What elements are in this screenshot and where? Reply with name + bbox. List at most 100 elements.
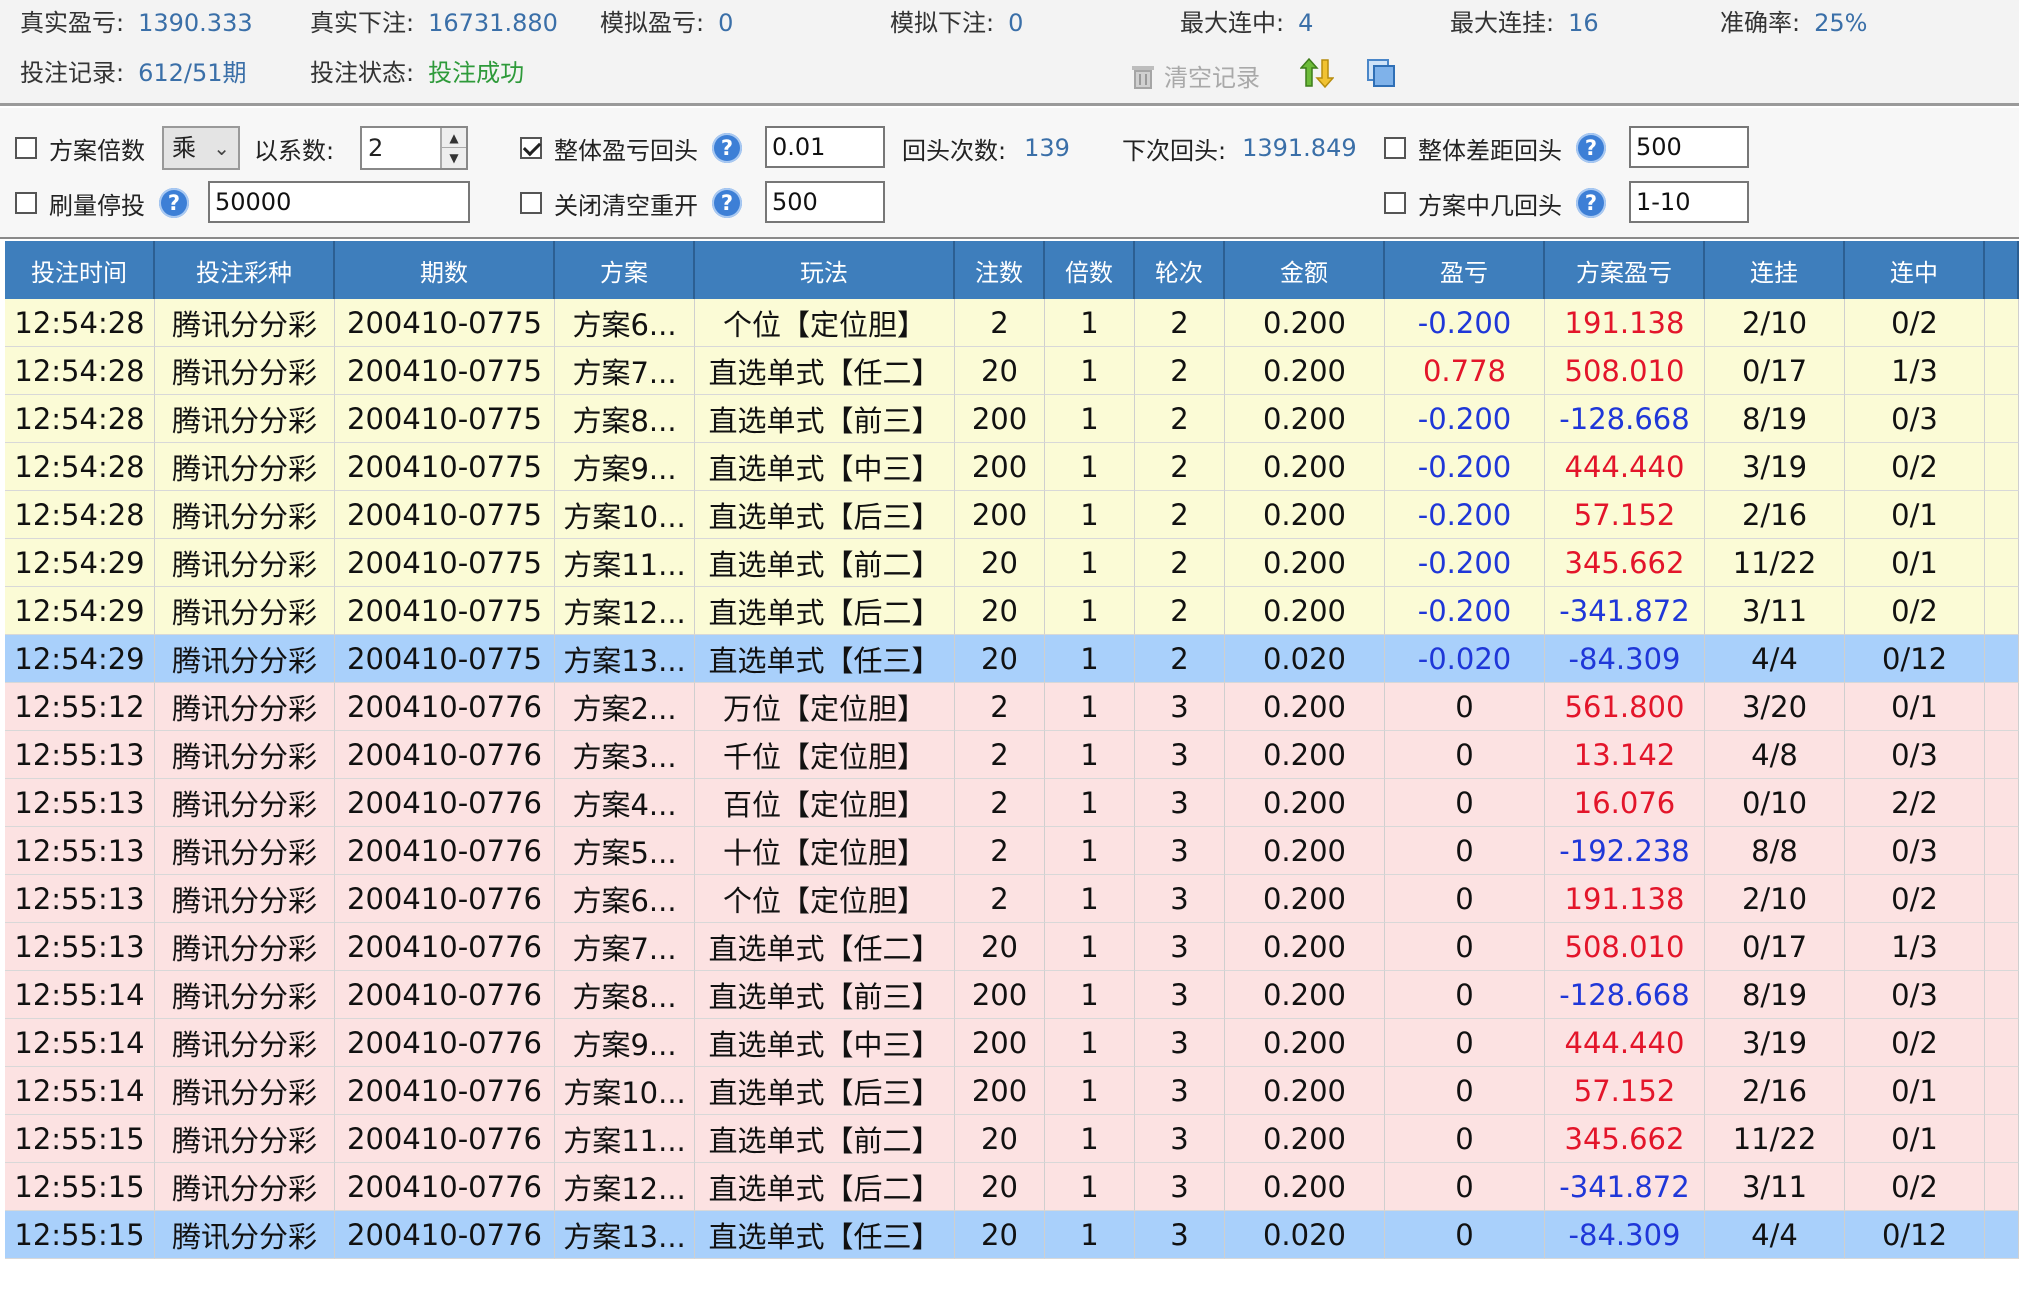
overall-return-checkbox[interactable]: 整体盈亏回头 ?: [520, 126, 742, 170]
help-icon[interactable]: ?: [1576, 133, 1606, 163]
cell-win-streak: 0/12: [1845, 1211, 1985, 1259]
stepper-up-icon[interactable]: ▲: [442, 128, 466, 148]
col-lottery[interactable]: 投注彩种: [155, 241, 335, 299]
sim-profit-value: 0: [718, 9, 734, 37]
table-row[interactable]: 12:55:14 腾讯分分彩 200410-0776 方案9... 直选单式【中三】 20…: [5, 1019, 2019, 1067]
stop-input[interactable]: 50000: [208, 181, 470, 223]
stop-checkbox[interactable]: 刷量停投 ?: [15, 181, 189, 225]
gap-return-checkbox-box[interactable]: [1384, 137, 1406, 159]
cell-amount: 0.200: [1225, 923, 1385, 971]
hit-return-input[interactable]: 1-10: [1629, 181, 1749, 223]
cell-plan-profit: -84.309: [1545, 1211, 1705, 1259]
cell-loss-streak: 2/10: [1705, 875, 1845, 923]
cell-round: 2: [1135, 635, 1225, 683]
operator-select[interactable]: 乘 ⌄: [162, 126, 240, 170]
col-amount[interactable]: 金额: [1225, 241, 1385, 299]
multiplier-checkbox[interactable]: 方案倍数: [15, 126, 145, 170]
table-row[interactable]: 12:54:28 腾讯分分彩 200410-0775 方案9... 直选单式【中三】 20…: [5, 443, 2019, 491]
help-icon[interactable]: ?: [1576, 188, 1606, 218]
cell-win-streak: 0/1: [1845, 683, 1985, 731]
table-row[interactable]: 12:55:13 腾讯分分彩 200410-0776 方案6... 个位【定位胆】 2 1 3…: [5, 875, 2019, 923]
record-value: 612/51期: [138, 59, 247, 87]
cell-bet-time: 12:55:12: [5, 683, 155, 731]
max-loss-streak-stat: 最大连挂: 16: [1450, 8, 1599, 38]
table-row[interactable]: 12:54:28 腾讯分分彩 200410-0775 方案8... 直选单式【前三】 20…: [5, 395, 2019, 443]
stop-checkbox-box[interactable]: [15, 192, 37, 214]
table-row[interactable]: 12:54:29 腾讯分分彩 200410-0775 方案11... 直选单式【前二】 2…: [5, 539, 2019, 587]
cell-round: 3: [1135, 1115, 1225, 1163]
col-round[interactable]: 轮次: [1135, 241, 1225, 299]
cell-lottery: 腾讯分分彩: [155, 1163, 335, 1211]
table-row[interactable]: 12:55:13 腾讯分分彩 200410-0776 方案4... 百位【定位胆】 2 1 3…: [5, 779, 2019, 827]
window-button[interactable]: [1366, 58, 1396, 88]
col-play[interactable]: 玩法: [695, 241, 955, 299]
cell-count: 2: [955, 875, 1045, 923]
multiplier-checkbox-box[interactable]: [15, 137, 37, 159]
table-row[interactable]: 12:55:13 腾讯分分彩 200410-0776 方案3... 千位【定位胆】 2 1 3…: [5, 731, 2019, 779]
col-period[interactable]: 期数: [335, 241, 555, 299]
col-win-streak[interactable]: 连中: [1845, 241, 1985, 299]
table-row[interactable]: 12:55:13 腾讯分分彩 200410-0776 方案5... 十位【定位胆】 2 1 3…: [5, 827, 2019, 875]
stepper-down-icon[interactable]: ▼: [442, 148, 466, 168]
cell-lottery: 腾讯分分彩: [155, 1019, 335, 1067]
table-row[interactable]: 12:55:14 腾讯分分彩 200410-0776 方案10... 直选单式【后三】 2…: [5, 1067, 2019, 1115]
table-row[interactable]: 12:54:28 腾讯分分彩 200410-0775 方案7... 直选单式【任二】 20…: [5, 347, 2019, 395]
help-icon[interactable]: ?: [712, 133, 742, 163]
table-row[interactable]: 12:55:15 腾讯分分彩 200410-0776 方案11... 直选单式【前二】 2…: [5, 1115, 2019, 1163]
cell-period: 200410-0776: [335, 683, 555, 731]
gap-return-input[interactable]: 500: [1629, 126, 1749, 168]
hit-return-checkbox[interactable]: 方案中几回头 ?: [1384, 181, 1606, 225]
return-count-label: 回头次数:: [902, 136, 1007, 165]
cell-plan: 方案10...: [555, 1067, 695, 1115]
overall-return-input[interactable]: 0.01: [765, 126, 885, 168]
cell-loss-streak: 2/16: [1705, 491, 1845, 539]
cell-play: 直选单式【后二】: [695, 1163, 955, 1211]
next-return-stat: 下次回头: 1391.849: [1122, 126, 1357, 170]
table-row[interactable]: 12:55:15 腾讯分分彩 200410-0776 方案13... 直选单式【任三】 2…: [5, 1211, 2019, 1259]
cell-count: 2: [955, 299, 1045, 347]
col-plan-profit[interactable]: 方案盈亏: [1545, 241, 1705, 299]
window-icon: [1366, 58, 1396, 88]
close-reopen-checkbox-box[interactable]: [520, 192, 542, 214]
cell-round: 3: [1135, 875, 1225, 923]
cell-round: 2: [1135, 587, 1225, 635]
table-row[interactable]: 12:54:29 腾讯分分彩 200410-0775 方案13... 直选单式【任三】 2…: [5, 635, 2019, 683]
gap-return-checkbox[interactable]: 整体差距回头 ?: [1384, 126, 1606, 170]
overall-return-checkbox-box[interactable]: [520, 137, 542, 159]
stepper-arrows[interactable]: ▲ ▼: [440, 128, 466, 168]
cell-loss-streak: 2/16: [1705, 1067, 1845, 1115]
cell-round: 3: [1135, 683, 1225, 731]
table-row[interactable]: 12:55:12 腾讯分分彩 200410-0776 方案2... 万位【定位胆】 2 1 3…: [5, 683, 2019, 731]
table-row[interactable]: 12:55:14 腾讯分分彩 200410-0776 方案8... 直选单式【前三】 20…: [5, 971, 2019, 1019]
cell-profit: -0.200: [1385, 539, 1545, 587]
real-profit-value: 1390.333: [138, 9, 253, 37]
table-row[interactable]: 12:54:28 腾讯分分彩 200410-0775 方案10... 直选单式【后三】 2…: [5, 491, 2019, 539]
cell-play: 直选单式【任二】: [695, 347, 955, 395]
close-reopen-input[interactable]: 500: [765, 181, 885, 223]
col-profit[interactable]: 盈亏: [1385, 241, 1545, 299]
help-icon[interactable]: ?: [712, 188, 742, 218]
close-reopen-checkbox[interactable]: 关闭清空重开 ?: [520, 181, 742, 225]
table-row[interactable]: 12:54:28 腾讯分分彩 200410-0775 方案6... 个位【定位胆】 2 1 2…: [5, 299, 2019, 347]
operator-value: 乘: [172, 134, 196, 162]
table-row[interactable]: 12:55:13 腾讯分分彩 200410-0776 方案7... 直选单式【任二】 20…: [5, 923, 2019, 971]
cell-filler: [1985, 971, 2019, 1019]
table-row[interactable]: 12:55:15 腾讯分分彩 200410-0776 方案12... 直选单式【后二】 2…: [5, 1163, 2019, 1211]
col-multiple[interactable]: 倍数: [1045, 241, 1135, 299]
cell-play: 直选单式【前三】: [695, 395, 955, 443]
col-count[interactable]: 注数: [955, 241, 1045, 299]
sort-toggle-button[interactable]: [1300, 56, 1334, 90]
hit-return-checkbox-box[interactable]: [1384, 192, 1406, 214]
col-plan[interactable]: 方案: [555, 241, 695, 299]
cell-period: 200410-0776: [335, 971, 555, 1019]
cell-win-streak: 0/2: [1845, 587, 1985, 635]
cell-profit: -0.020: [1385, 635, 1545, 683]
help-icon[interactable]: ?: [159, 188, 189, 218]
col-loss-streak[interactable]: 连挂: [1705, 241, 1845, 299]
table-row[interactable]: 12:54:29 腾讯分分彩 200410-0775 方案12... 直选单式【后二】 2…: [5, 587, 2019, 635]
clear-records-button[interactable]: 清空记录: [1128, 58, 1260, 93]
col-bet-time[interactable]: 投注时间: [5, 241, 155, 299]
coef-stepper[interactable]: 2 ▲ ▼: [360, 126, 468, 170]
cell-plan: 方案12...: [555, 1163, 695, 1211]
cell-lottery: 腾讯分分彩: [155, 491, 335, 539]
